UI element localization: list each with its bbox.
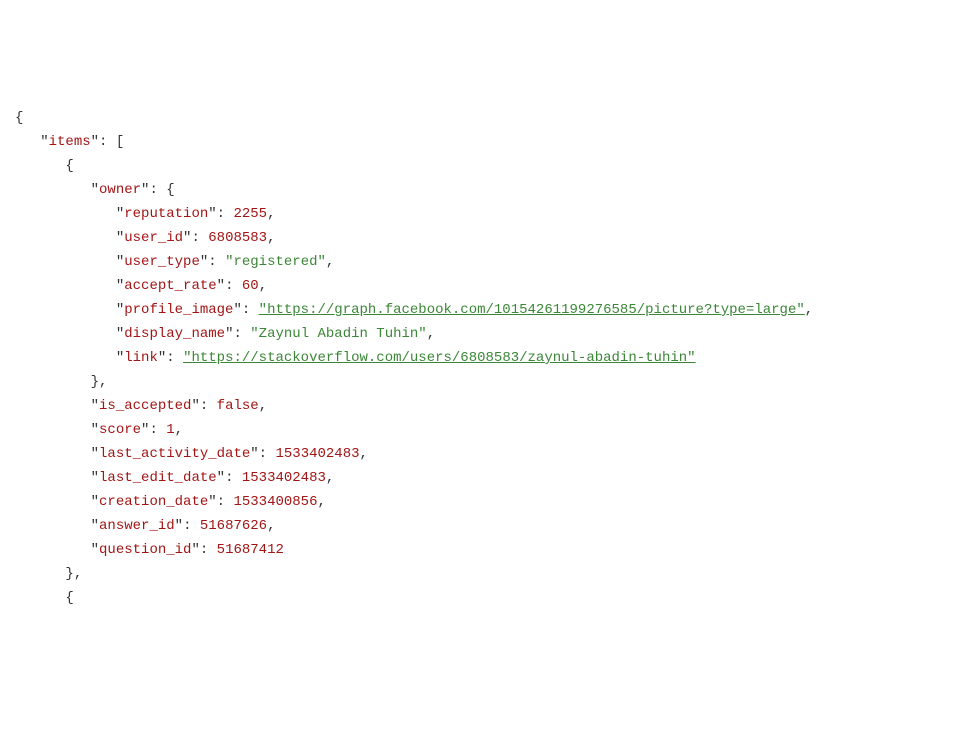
comma: , [326,470,334,486]
quote: " [116,230,124,246]
quote: " [116,302,124,318]
quote: " [40,134,48,150]
colon: : [200,398,217,414]
comma: , [326,254,334,270]
colon: : [233,326,250,342]
key-user-id: user_id [124,230,183,246]
quote: " [91,470,99,486]
value-display-name: "Zaynul Abadin Tuhin" [250,326,426,342]
quote: " [91,494,99,510]
value-reputation: 2255 [233,206,267,222]
quote: " [250,446,258,462]
quote: " [200,254,208,270]
value-accept-rate: 60 [242,278,259,294]
value-profile-image-link[interactable]: "https://graph.facebook.com/101542611992… [259,302,805,318]
key-last-activity-date: last_activity_date [99,446,250,462]
colon: : [200,542,217,558]
colon: : [166,350,183,366]
colon: : [242,302,259,318]
colon: : [183,518,200,534]
quote: " [208,206,216,222]
quote: " [91,542,99,558]
colon: : [149,422,166,438]
brace-open: { [65,590,73,606]
key-reputation: reputation [124,206,208,222]
key-profile-image: profile_image [124,302,233,318]
value-user-type: "registered" [225,254,326,270]
comma: , [427,326,435,342]
key-items: items [49,134,91,150]
quote: " [91,398,99,414]
value-creation-date: 1533400856 [233,494,317,510]
quote: " [217,470,225,486]
value-last-edit-date: 1533402483 [242,470,326,486]
quote: " [91,518,99,534]
quote: " [91,182,99,198]
value-score: 1 [166,422,174,438]
brace-close: }, [65,566,82,582]
colon: : [191,230,208,246]
quote: " [116,350,124,366]
quote: " [191,398,199,414]
key-display-name: display_name [124,326,225,342]
quote: " [91,446,99,462]
key-score: score [99,422,141,438]
colon: : [149,182,166,198]
value-user-id: 6808583 [208,230,267,246]
colon: : [217,206,234,222]
colon: : [99,134,116,150]
brace-open: { [65,158,73,174]
value-is-accepted: false [217,398,259,414]
brace-open: { [15,110,23,126]
quote: " [116,206,124,222]
colon: : [217,494,234,510]
key-answer-id: answer_id [99,518,175,534]
comma: , [175,422,183,438]
key-accept-rate: accept_rate [124,278,216,294]
comma: , [805,302,813,318]
value-last-activity-date: 1533402483 [275,446,359,462]
value-question-id: 51687412 [217,542,284,558]
brace-close: }, [91,374,108,390]
colon: : [225,278,242,294]
bracket-open: [ [116,134,124,150]
quote: " [175,518,183,534]
comma: , [259,398,267,414]
quote: " [116,278,124,294]
quote: " [217,278,225,294]
colon: : [208,254,225,270]
key-link: link [124,350,158,366]
brace-open: { [166,182,174,198]
comma: , [267,518,275,534]
quote: " [116,326,124,342]
comma: , [360,446,368,462]
colon: : [225,470,242,486]
quote: " [191,542,199,558]
value-answer-id: 51687626 [200,518,267,534]
comma: , [317,494,325,510]
key-question-id: question_id [99,542,191,558]
comma: , [267,230,275,246]
comma: , [267,206,275,222]
key-creation-date: creation_date [99,494,208,510]
quote: " [116,254,124,270]
comma: , [259,278,267,294]
quote: " [233,302,241,318]
quote: " [91,422,99,438]
quote: " [208,494,216,510]
key-owner: owner [99,182,141,198]
quote: " [158,350,166,366]
quote: " [91,134,99,150]
colon: : [259,446,276,462]
key-user-type: user_type [124,254,200,270]
value-link[interactable]: "https://stackoverflow.com/users/6808583… [183,350,695,366]
json-viewer: { "items": [ { "owner": { "reputation": … [15,106,939,610]
key-last-edit-date: last_edit_date [99,470,217,486]
key-is-accepted: is_accepted [99,398,191,414]
